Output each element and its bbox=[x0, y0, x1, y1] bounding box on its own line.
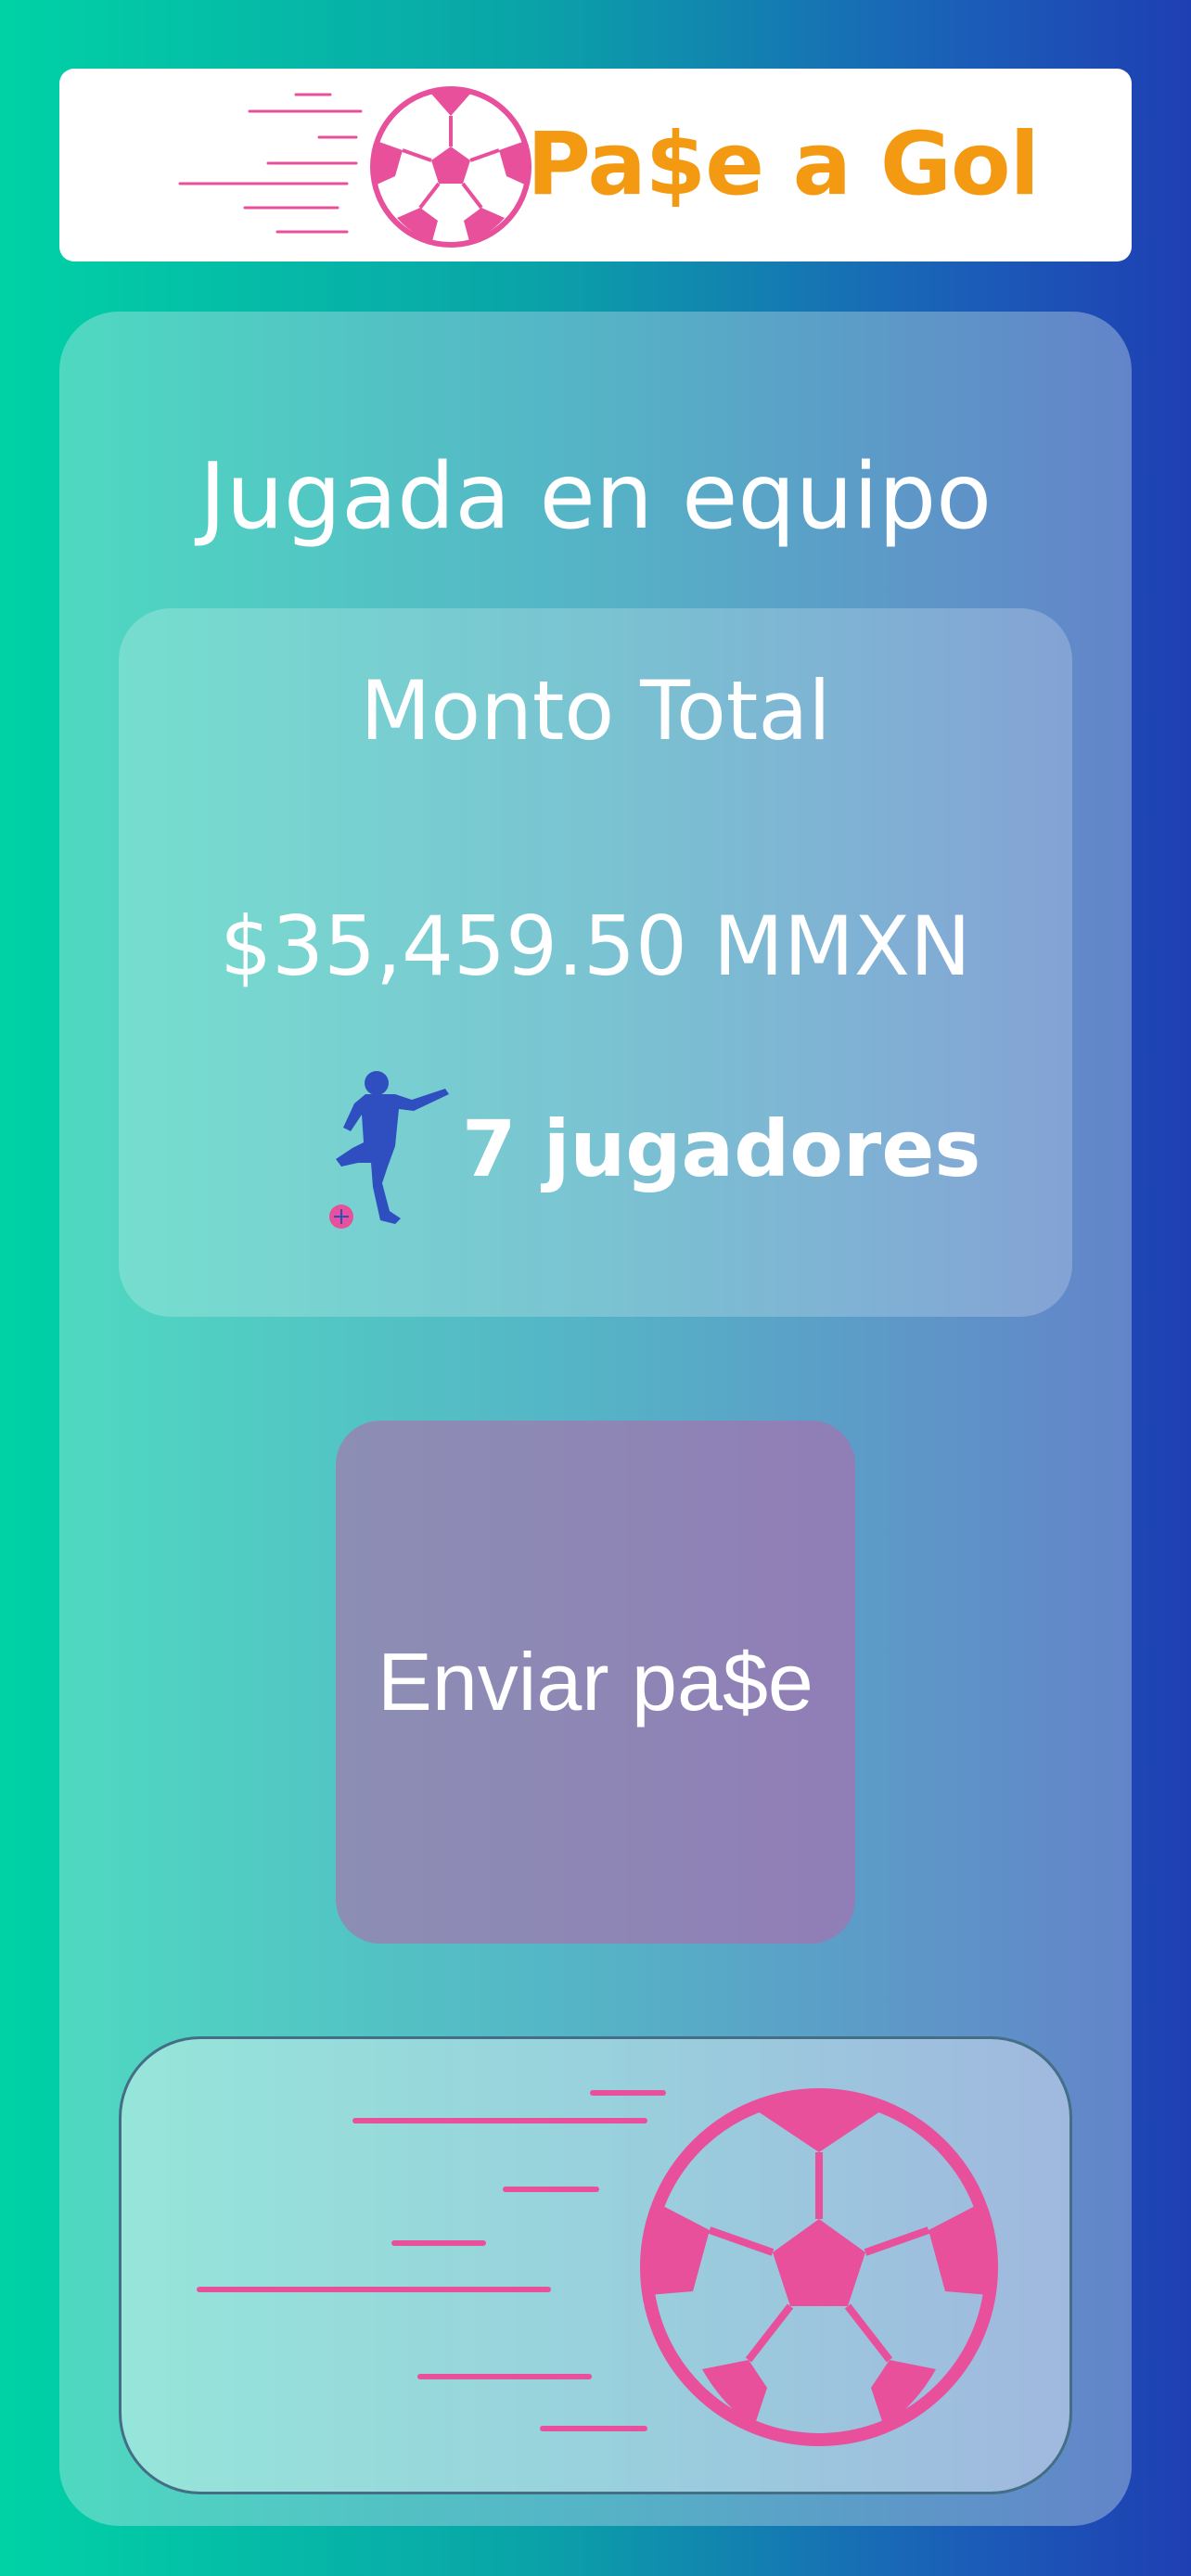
speeding-soccer-ball-icon bbox=[197, 2088, 998, 2446]
soccer-player-icon bbox=[329, 1071, 449, 1229]
page-title: Jugada en equipo bbox=[198, 444, 992, 550]
main-panel: Jugada en equipo Monto Total $35,459.50 … bbox=[59, 312, 1132, 2526]
send-pass-label: Enviar pa$e bbox=[378, 1636, 813, 1728]
total-card: Monto Total $35,459.50 MMXN 7 jugadores bbox=[119, 608, 1072, 1317]
decorative-ball-card bbox=[119, 2036, 1072, 2494]
speeding-soccer-ball-icon bbox=[178, 86, 531, 248]
total-amount: $35,459.50 MMXN bbox=[220, 899, 971, 994]
app-header: Pa$e a Gol bbox=[59, 69, 1132, 261]
send-pass-button[interactable]: Enviar pa$e bbox=[336, 1421, 855, 1944]
total-label: Monto Total bbox=[360, 663, 831, 759]
app-title: Pa$e a Gol bbox=[527, 114, 1040, 215]
players-count: 7 jugadores bbox=[462, 1103, 981, 1194]
